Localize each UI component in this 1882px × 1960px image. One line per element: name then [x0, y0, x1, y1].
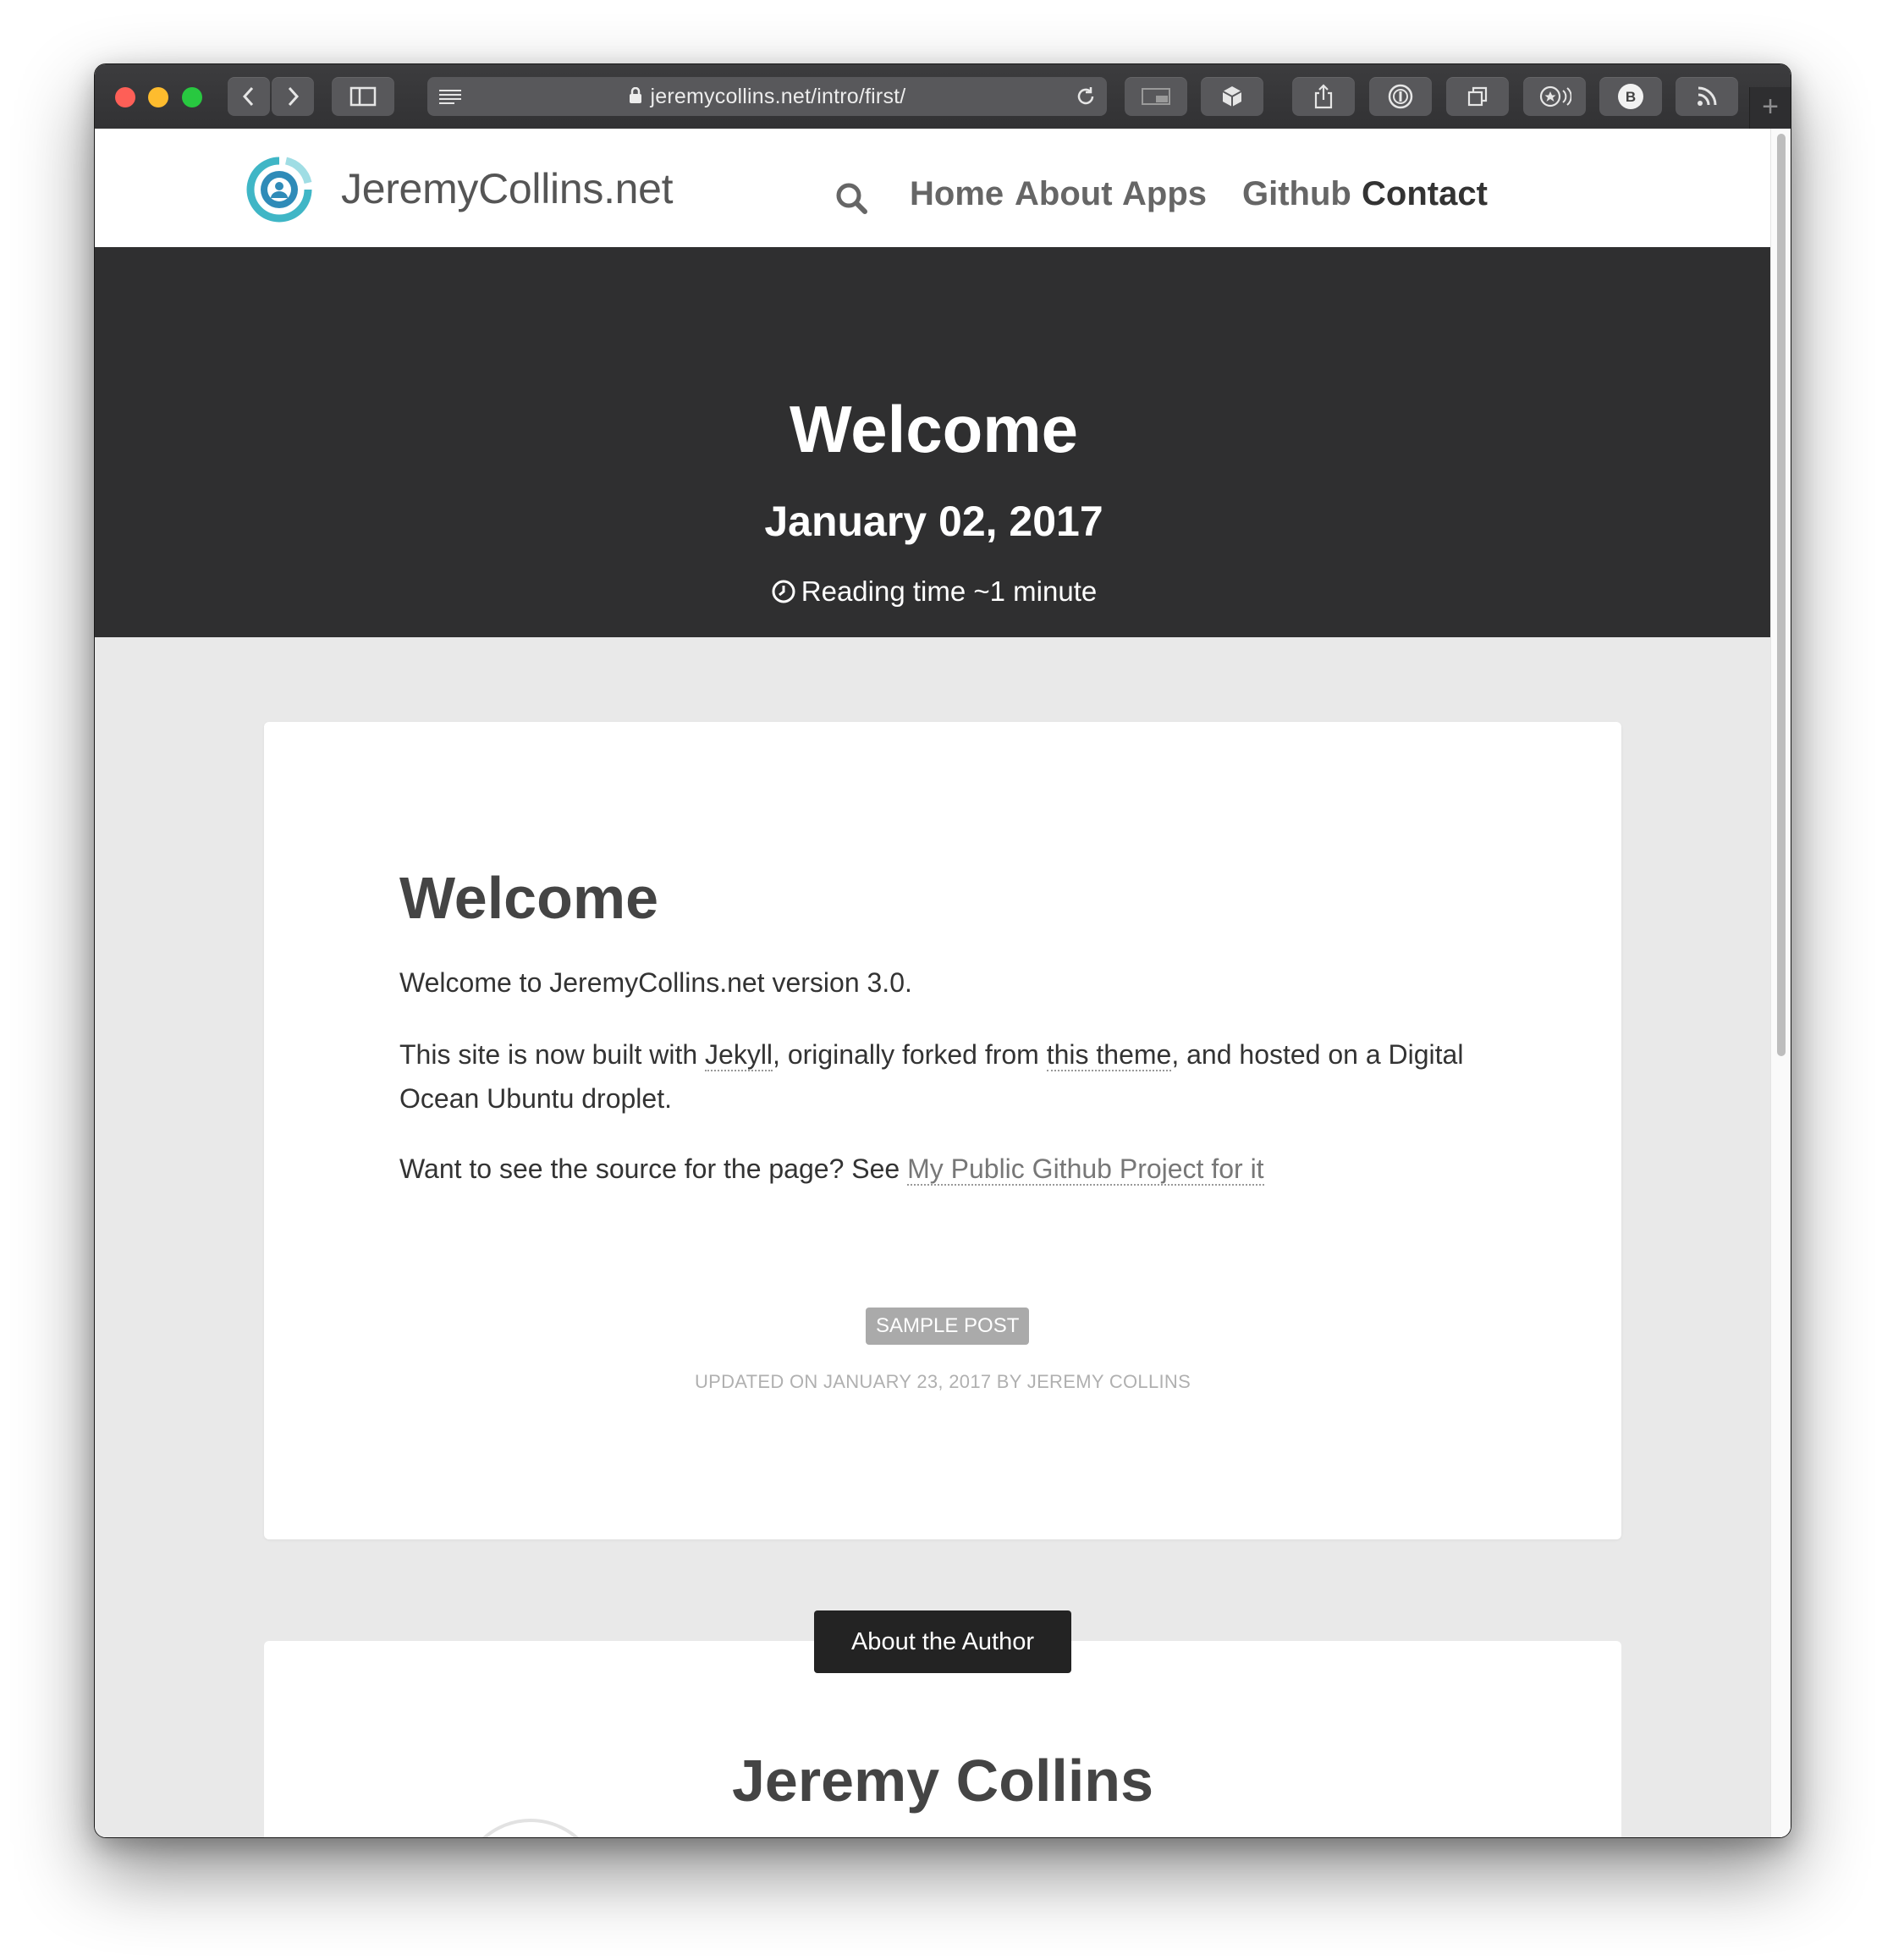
paragraph-text: Want to see the source for the page? See [399, 1153, 908, 1184]
chevron-left-icon [242, 86, 254, 107]
password-manager-button[interactable] [1369, 77, 1432, 116]
browser-window: jeremycollins.net/intro/first/ B + Jerem… [94, 63, 1791, 1838]
extension-screen-button[interactable] [1125, 77, 1187, 116]
broadcast-icon [1539, 85, 1571, 107]
jekyll-link[interactable]: Jekyll [705, 1039, 773, 1071]
nav-home[interactable]: Home [910, 175, 1004, 213]
paragraph-text: This site is now built with [399, 1039, 706, 1070]
nav-about[interactable]: About [1015, 175, 1113, 213]
svg-text:B: B [1626, 89, 1636, 105]
back-button[interactable] [228, 77, 270, 116]
page-hero: Welcome January 02, 2017 Reading time ~1… [95, 247, 1773, 637]
new-tab-button[interactable]: + [1749, 87, 1791, 129]
address-bar[interactable]: jeremycollins.net/intro/first/ [427, 77, 1107, 116]
tabs-icon [1467, 86, 1488, 107]
tag-badge[interactable]: SAMPLE POST [866, 1308, 1030, 1345]
reload-icon[interactable] [1075, 85, 1097, 107]
browser-toolbar: jeremycollins.net/intro/first/ B + [95, 64, 1791, 129]
sidebar-button[interactable] [332, 77, 394, 116]
nav-apps[interactable]: Apps [1122, 175, 1207, 213]
forward-button[interactable] [272, 77, 314, 116]
minimize-window-button[interactable] [148, 87, 168, 107]
github-project-link[interactable]: My Public Github Project for it [907, 1153, 1264, 1186]
post-title: Welcome [399, 865, 659, 931]
hero-date: January 02, 2017 [764, 498, 1103, 545]
close-window-button[interactable] [115, 87, 135, 107]
site-masthead: JeremyCollins.net Home About Apps Github… [95, 129, 1773, 247]
scrollbar-thumb[interactable] [1777, 134, 1786, 1056]
updated-byline: UPDATED ON JANUARY 23, 2017 BY JEREMY CO… [694, 1371, 1191, 1392]
lock-icon [629, 87, 641, 104]
hero-title: Welcome [789, 392, 1079, 466]
web-page: JeremyCollins.net Home About Apps Github… [95, 129, 1773, 1837]
share-icon [1314, 84, 1333, 109]
reading-time: Reading time ~1 minute [95, 575, 1773, 608]
account-extension-button[interactable]: B [1599, 77, 1662, 116]
post-paragraph-3: Want to see the source for the page? See… [399, 1147, 1491, 1191]
nav-contact[interactable]: Contact [1362, 175, 1488, 213]
author-name: Jeremy Collins [732, 1748, 1153, 1814]
share-button[interactable] [1292, 77, 1355, 116]
post-paragraph-2: This site is now built with Jekyll, orig… [399, 1032, 1491, 1120]
rss-icon [1698, 86, 1717, 106]
site-title[interactable]: JeremyCollins.net [341, 164, 674, 213]
nav-github[interactable]: Github [1242, 175, 1351, 213]
about-author-button[interactable]: About the Author [814, 1610, 1071, 1673]
theme-link[interactable]: this theme [1046, 1039, 1172, 1071]
clock-icon [772, 580, 795, 603]
screen-capture-icon [1142, 88, 1170, 105]
b-badge-icon: B [1618, 84, 1643, 109]
post-paragraph-1: Welcome to JeremyCollins.net version 3.0… [399, 967, 912, 998]
page-scrollbar[interactable] [1770, 129, 1791, 1837]
broadcast-extension-button[interactable] [1523, 77, 1586, 116]
paragraph-text: , originally forked from [773, 1039, 1047, 1070]
chevron-right-icon [288, 86, 300, 107]
cube-icon [1222, 86, 1242, 107]
rss-button[interactable] [1676, 77, 1738, 116]
onepassword-icon [1388, 84, 1413, 109]
avatar [459, 1819, 603, 1837]
url-text: jeremycollins.net/intro/first/ [650, 85, 906, 108]
post-card: Welcome Welcome to JeremyCollins.net ver… [264, 722, 1621, 1539]
reading-time-text: Reading time ~1 minute [801, 575, 1098, 607]
search-icon[interactable] [834, 181, 868, 215]
zoom-window-button[interactable] [182, 87, 202, 107]
tab-overview-button[interactable] [1446, 77, 1509, 116]
extension-box-button[interactable] [1201, 77, 1263, 116]
site-logo-icon[interactable] [242, 146, 318, 234]
sidebar-icon [349, 86, 377, 107]
